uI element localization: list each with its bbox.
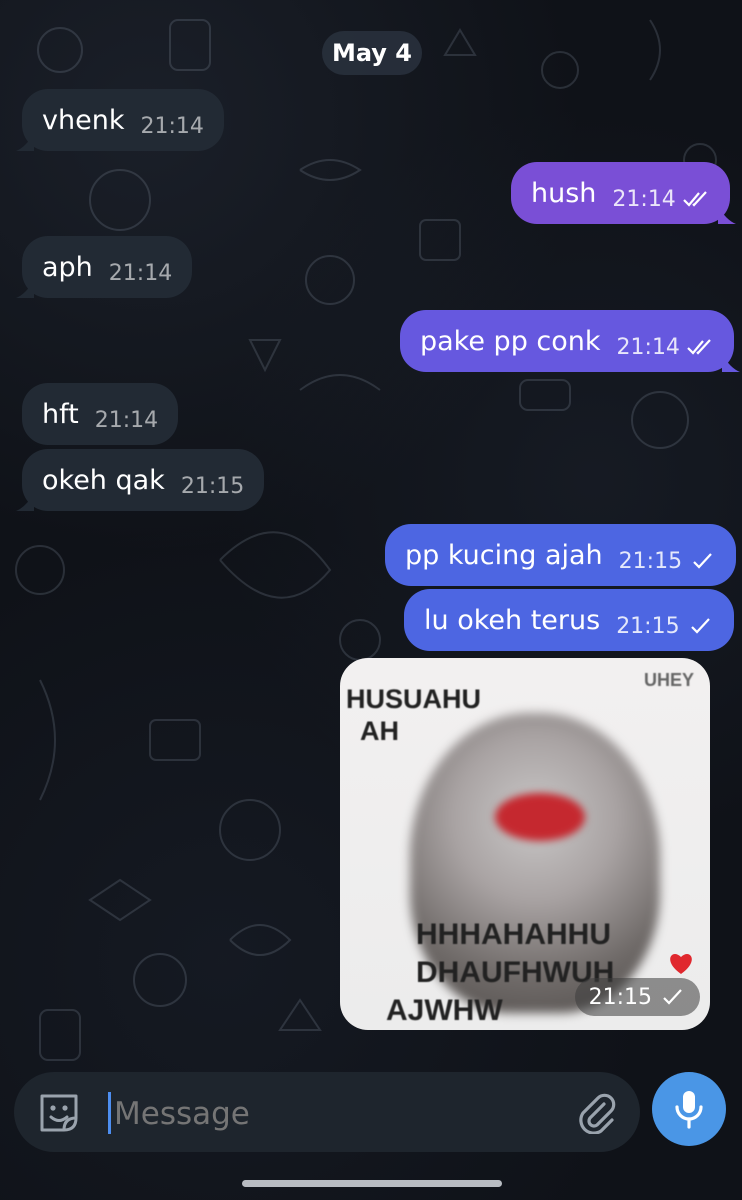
double-check-icon: [687, 338, 711, 355]
incoming-message[interactable]: okeh qak 21:15: [16, 449, 265, 511]
meme-text-line: HUSUAHU: [346, 684, 481, 714]
message-time: 21:15: [180, 473, 245, 499]
sticker-icon[interactable]: [36, 1090, 82, 1136]
message-time: 21:15: [619, 549, 716, 574]
bubble-tail: [721, 354, 740, 372]
meme-text-line: AH: [360, 716, 399, 746]
message-text: pake pp conk: [420, 325, 601, 357]
message-text: hush: [531, 177, 597, 209]
outgoing-message[interactable]: lu okeh terus 21:15: [404, 589, 734, 651]
message-time: 21:14: [140, 113, 204, 139]
single-check-icon: [663, 989, 682, 1005]
heart-icon: [670, 954, 692, 974]
photo-time: 21:15: [574, 978, 700, 1016]
double-check-icon: [683, 190, 707, 207]
message-text: vhenk: [42, 104, 125, 136]
message-text: lu okeh terus: [424, 604, 601, 636]
attach-icon[interactable]: [574, 1090, 618, 1134]
outgoing-message[interactable]: pp kucing ajah 21:15: [385, 524, 737, 586]
meme-text-line: HHHAHAHHU: [416, 918, 611, 951]
message-input[interactable]: [112, 1092, 556, 1136]
bubble-tail: [16, 493, 34, 511]
message-time: 21:14: [612, 187, 709, 212]
cat-mouth: [495, 793, 585, 841]
message-text: aph: [42, 251, 93, 283]
incoming-message[interactable]: hft 21:14: [22, 383, 179, 445]
incoming-message[interactable]: vhenk 21:14: [16, 89, 224, 151]
bubble-tail: [16, 280, 34, 298]
bubble-tail: [16, 133, 34, 151]
message-time: 21:14: [94, 407, 159, 433]
message-text: hft: [42, 398, 79, 430]
single-check-icon: [690, 617, 710, 634]
message-time: 21:15: [616, 614, 713, 639]
message-time: 21:14: [617, 335, 714, 360]
outgoing-message[interactable]: pake pp conk 21:14: [400, 310, 740, 372]
message-time: 21:14: [108, 260, 173, 286]
text-caret: [108, 1092, 111, 1134]
message-composer: [14, 1072, 640, 1152]
photo-message[interactable]: HUSUAHU AH UHEY HHHAHAHHU DHAUFHWUH AJWH…: [340, 658, 710, 1030]
outgoing-message[interactable]: hush 21:14: [511, 162, 736, 224]
date-separator: May 4: [322, 31, 422, 75]
mic-icon: [675, 1091, 703, 1129]
message-text: pp kucing ajah: [405, 539, 603, 571]
meme-text-corner: UHEY: [644, 670, 695, 690]
meme-text-line: AJWHW: [386, 994, 503, 1027]
mic-button[interactable]: [652, 1072, 726, 1146]
message-text: okeh qak: [42, 464, 165, 496]
single-check-icon: [693, 552, 712, 569]
incoming-message[interactable]: aph 21:14: [16, 236, 193, 298]
bubble-tail: [717, 206, 736, 224]
home-indicator[interactable]: [242, 1180, 502, 1187]
